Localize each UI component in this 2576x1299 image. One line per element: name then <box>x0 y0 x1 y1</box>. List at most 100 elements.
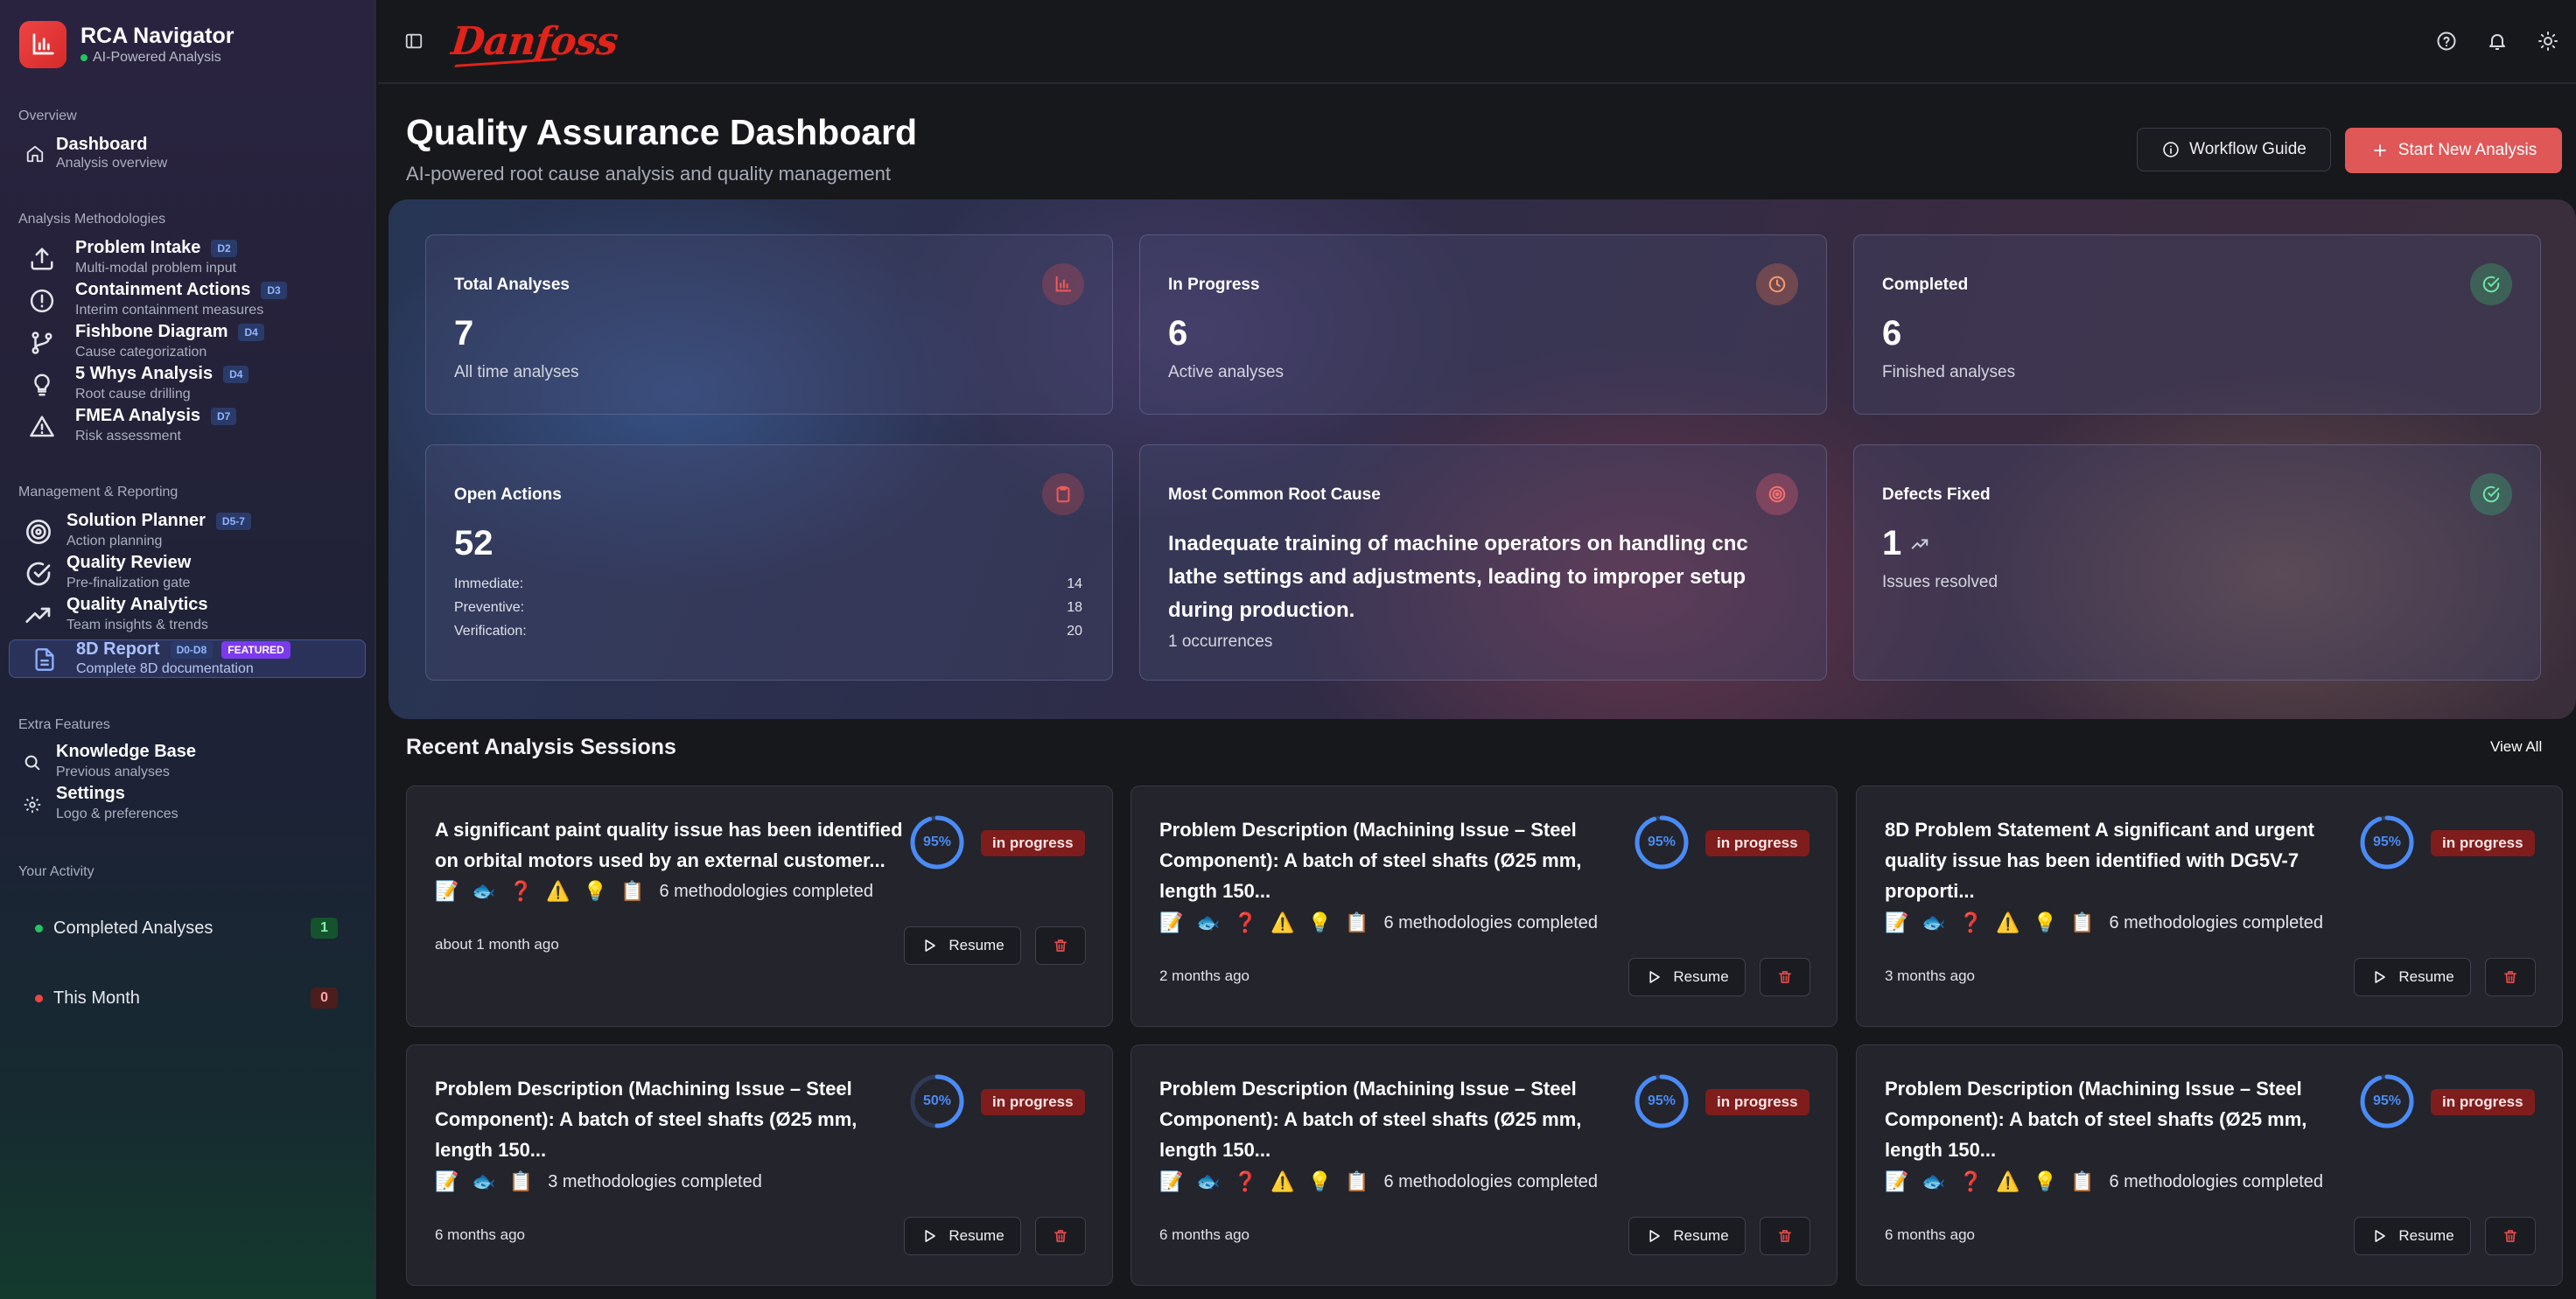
methodology-icon: 💡 <box>2033 1170 2058 1192</box>
stat-value: 52 <box>454 524 494 562</box>
sidebar-item-problem-intake[interactable]: Problem Intake D2 Multi-modal problem inp… <box>9 238 366 280</box>
methodology-icon: ⚠️ <box>1270 911 1295 933</box>
stat-card-completed: Completed 6 Finished analyses <box>1853 234 2541 415</box>
sidebar-item-containment[interactable]: Containment Actions D3 Interim containmen… <box>9 280 366 322</box>
delete-button[interactable] <box>1035 926 1086 965</box>
status-badge: in progress <box>2431 1089 2535 1115</box>
bell-icon[interactable] <box>2485 29 2510 53</box>
delete-button[interactable] <box>1760 1217 1810 1255</box>
delete-button[interactable] <box>2485 958 2536 996</box>
breakdown-row: Verification: 20 <box>454 624 1082 639</box>
methodology-icon: ⚠️ <box>1996 1170 2020 1192</box>
resume-button[interactable]: Resume <box>2354 958 2471 996</box>
sidebar-item-8d-report[interactable]: 8D Report D0-D8 FEATURED Complete 8D docum… <box>9 639 366 678</box>
methodology-icons: 📝 🐟 ❓ ⚠️ 💡 📋 6 methodologies completed <box>1159 909 1598 937</box>
stat-label: Most Common Root Cause <box>1168 485 1381 504</box>
stats-panel: Total Analyses 7 All time analyses In Pr… <box>388 199 2576 719</box>
resume-label: Resume <box>1673 968 1729 985</box>
methodology-icon: 📝 <box>1159 911 1184 933</box>
brand[interactable]: RCA Navigator AI-Powered Analysis <box>19 21 234 68</box>
methodology-icon: ❓ <box>1233 1170 1258 1192</box>
methodologies-count: 6 methodologies completed <box>659 881 874 901</box>
play-icon <box>920 1227 938 1245</box>
methodologies-count: 6 methodologies completed <box>2109 912 2324 932</box>
view-all-link[interactable]: View All <box>2490 738 2542 756</box>
sidebar-item-sub: Previous analyses <box>56 765 170 779</box>
lightbulb-icon <box>24 364 60 406</box>
page-subtitle: AI-powered root cause analysis and quali… <box>406 163 891 185</box>
methodology-icons: 📝 🐟 ❓ ⚠️ 💡 📋 6 methodologies completed <box>1159 1168 1598 1196</box>
help-icon[interactable] <box>2434 29 2459 53</box>
session-title[interactable]: A significant paint quality issue has be… <box>435 814 907 876</box>
session-title[interactable]: Problem Description (Machining Issue – S… <box>435 1073 907 1165</box>
sidebar-toggle-icon[interactable] <box>401 28 427 54</box>
sidebar-item-sub: Risk assessment <box>75 429 181 443</box>
methodology-icon: 🐟 <box>1922 1170 1946 1192</box>
play-icon <box>1645 1227 1662 1245</box>
resume-button[interactable]: Resume <box>904 1217 1021 1255</box>
progress-label: 95% <box>1647 835 1676 849</box>
session-card[interactable]: Problem Description (Machining Issue – S… <box>406 1044 1113 1286</box>
methodology-icon: 📋 <box>508 1170 534 1192</box>
sidebar-item-fmea[interactable]: FMEA Analysis D7 Risk assessment <box>9 406 366 448</box>
sidebar-item-sub: Team insights & trends <box>66 618 208 632</box>
delete-button[interactable] <box>1035 1217 1086 1255</box>
session-time: 2 months ago <box>1159 967 1250 984</box>
session-card[interactable]: Problem Description (Machining Issue – S… <box>1130 786 1838 1027</box>
step-badge: D4 <box>238 323 264 341</box>
session-title[interactable]: Problem Description (Machining Issue – S… <box>1159 814 1632 906</box>
sun-icon[interactable] <box>2536 29 2560 53</box>
resume-label: Resume <box>948 937 1004 953</box>
resume-label: Resume <box>1673 1227 1729 1244</box>
sidebar-item-settings[interactable]: Settings Logo & preferences <box>9 784 366 826</box>
check-circle-icon <box>2470 473 2512 515</box>
session-title[interactable]: Problem Description (Machining Issue – S… <box>1885 1073 2357 1165</box>
session-title[interactable]: 8D Problem Statement A significant and u… <box>1885 814 2357 906</box>
sidebar-item-quality-analytics[interactable]: Quality Analytics Team insights & trends <box>9 595 366 637</box>
resume-button[interactable]: Resume <box>2354 1217 2471 1255</box>
sidebar-item-sub: Action planning <box>66 534 163 548</box>
company-logo: Danfoss <box>449 19 620 64</box>
delete-button[interactable] <box>1760 958 1810 996</box>
session-card[interactable]: Problem Description (Machining Issue – S… <box>1130 1044 1838 1286</box>
methodology-icon: 📋 <box>2070 911 2095 933</box>
breakdown-label: Preventive: <box>454 600 525 615</box>
session-card[interactable]: 8D Problem Statement A significant and u… <box>1856 786 2563 1027</box>
sidebar-item-solution-planner[interactable]: Solution Planner D5-7 Action planning <box>9 511 366 553</box>
step-badge: D2 <box>211 239 237 257</box>
resume-button[interactable]: Resume <box>1628 1217 1746 1255</box>
sidebar-item-quality-review[interactable]: Quality Review Pre-finalization gate <box>9 553 366 595</box>
sidebar-item-label: Quality Analytics <box>66 595 208 614</box>
resume-button[interactable]: Resume <box>1628 958 1746 996</box>
document-icon <box>27 640 62 679</box>
methodology-icon: ⚠️ <box>1270 1170 1295 1192</box>
info-icon <box>2161 140 2180 159</box>
session-title[interactable]: Problem Description (Machining Issue – S… <box>1159 1073 1632 1165</box>
session-time: 6 months ago <box>435 1226 526 1243</box>
resume-button[interactable]: Resume <box>904 926 1021 965</box>
status-badge: in progress <box>981 1089 1085 1115</box>
resume-label: Resume <box>2398 968 2454 985</box>
breakdown-label: Immediate: <box>454 576 524 591</box>
delete-button[interactable] <box>2485 1217 2536 1255</box>
start-new-analysis-button[interactable]: Start New Analysis <box>2345 128 2562 173</box>
session-time: about 1 month ago <box>435 936 559 953</box>
clock-icon <box>1756 263 1798 305</box>
progress-ring: 95% <box>2359 814 2415 870</box>
sidebar-item-knowledge-base[interactable]: Knowledge Base Previous analyses <box>9 742 366 784</box>
section-title-methodologies: Analysis Methodologies <box>18 212 166 227</box>
featured-badge: FEATURED <box>221 640 290 659</box>
target-icon <box>1756 473 1798 515</box>
session-card[interactable]: Problem Description (Machining Issue – S… <box>1856 1044 2563 1286</box>
methodology-icon: ⚠️ <box>1996 911 2020 933</box>
sidebar-item-5-whys[interactable]: 5 Whys Analysis D4 Root cause drilling <box>9 364 366 406</box>
sidebar-item-dashboard[interactable]: Dashboard Analysis overview <box>9 133 366 175</box>
methodologies-count: 6 methodologies completed <box>1383 912 1599 932</box>
sidebar-item-sub: Root cause drilling <box>75 387 191 402</box>
methodology-icon: 🐟 <box>1196 1170 1221 1192</box>
workflow-guide-button[interactable]: Workflow Guide <box>2137 128 2331 171</box>
sidebar-item-fishbone[interactable]: Fishbone Diagram D4 Cause categorization <box>9 322 366 364</box>
session-card[interactable]: A significant paint quality issue has be… <box>406 786 1113 1027</box>
methodology-icon: 📋 <box>620 880 645 902</box>
status-badge: in progress <box>2431 830 2535 856</box>
